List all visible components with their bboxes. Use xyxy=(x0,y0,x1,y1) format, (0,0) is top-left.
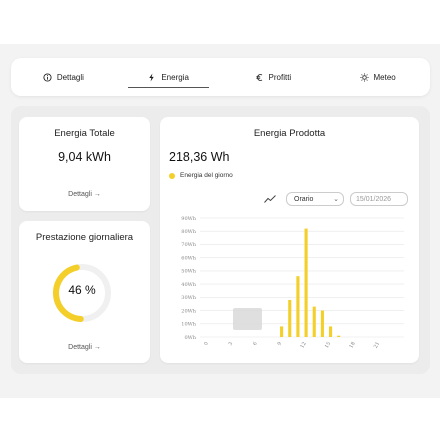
chart-bar[interactable] xyxy=(288,299,292,337)
x-tick-label: 15 xyxy=(324,341,332,350)
tab-label: Energia xyxy=(161,72,189,82)
chart-bar[interactable] xyxy=(312,306,316,337)
x-tick-label: 9 xyxy=(277,341,284,347)
chart-legend: Energia del giorno xyxy=(169,172,233,179)
chart-bar[interactable] xyxy=(304,228,308,337)
legend-swatch xyxy=(169,172,175,179)
chart-bar[interactable] xyxy=(329,326,333,337)
info-icon xyxy=(43,72,52,82)
tab-dettagli[interactable]: Dettagli xyxy=(11,58,116,96)
tooltip-placeholder xyxy=(233,308,262,330)
date-input[interactable]: 15/01/2026 xyxy=(350,192,408,206)
trend-chart-icon[interactable] xyxy=(264,194,276,204)
x-tick-label: 3 xyxy=(228,341,235,347)
tab-label: Dettagli xyxy=(56,72,84,82)
energy-total-card: Energia Totale 9,04 kWh Dettagli → xyxy=(19,117,150,211)
chevron-down-icon: ⌄ xyxy=(333,196,339,203)
energy-total-value: 9,04 kWh xyxy=(58,150,111,164)
chart-bar[interactable] xyxy=(337,335,341,337)
y-tick-label: 80Wh xyxy=(181,229,197,235)
lightning-icon xyxy=(149,72,155,82)
daily-performance-details-link[interactable]: Dettagli → xyxy=(19,344,150,351)
tab-profitti[interactable]: Profitti xyxy=(221,58,326,96)
y-tick-label: 40Wh xyxy=(181,282,197,288)
performance-percent: 46 % xyxy=(68,283,96,297)
y-tick-label: 60Wh xyxy=(181,255,197,261)
sun-icon xyxy=(359,72,369,82)
tab-meteo[interactable]: Meteo xyxy=(325,58,430,96)
x-tick-label: 0 xyxy=(203,341,210,347)
y-tick-label: 20Wh xyxy=(181,308,197,314)
daily-performance-title: Prestazione giornaliera xyxy=(35,232,134,243)
tab-energia[interactable]: Energia xyxy=(116,58,221,96)
chart-bar[interactable] xyxy=(296,276,300,337)
y-tick-label: 50Wh xyxy=(181,269,197,275)
interval-select[interactable]: Orario ⌄ xyxy=(286,192,344,206)
x-tick-label: 18 xyxy=(348,341,356,350)
interval-select-value: Orario xyxy=(294,195,314,203)
chart-bar[interactable] xyxy=(280,326,284,337)
y-tick-label: 90Wh xyxy=(181,216,197,222)
energy-total-details-link[interactable]: Dettagli → xyxy=(19,191,150,198)
top-band xyxy=(0,0,440,44)
energy-produced-title: Energia Prodotta xyxy=(253,128,326,139)
chart-bar[interactable] xyxy=(320,310,324,337)
x-tick-label: 12 xyxy=(299,341,307,350)
energy-bar-chart: 0Wh10Wh20Wh30Wh40Wh50Wh60Wh70Wh80Wh90Wh … xyxy=(181,216,404,350)
tab-bar: Dettagli Energia Profitti Meteo xyxy=(11,58,430,96)
y-tick-label: 0Wh xyxy=(184,335,196,341)
x-tick-label: 6 xyxy=(252,341,259,347)
y-tick-label: 70Wh xyxy=(181,242,197,248)
y-tick-label: 10Wh xyxy=(181,322,197,328)
x-tick-label: 21 xyxy=(373,341,381,350)
date-input-value: 15/01/2026 xyxy=(356,195,392,203)
euro-icon xyxy=(255,73,262,81)
legend-label: Energia del giorno xyxy=(180,172,233,179)
energy-total-title: Energia Totale xyxy=(54,128,115,139)
energy-produced-value: 218,36 Wh xyxy=(169,150,230,164)
tab-label: Profitti xyxy=(268,72,292,82)
tab-label: Meteo xyxy=(373,72,396,82)
y-tick-label: 30Wh xyxy=(181,295,197,301)
bottom-band xyxy=(0,398,440,440)
